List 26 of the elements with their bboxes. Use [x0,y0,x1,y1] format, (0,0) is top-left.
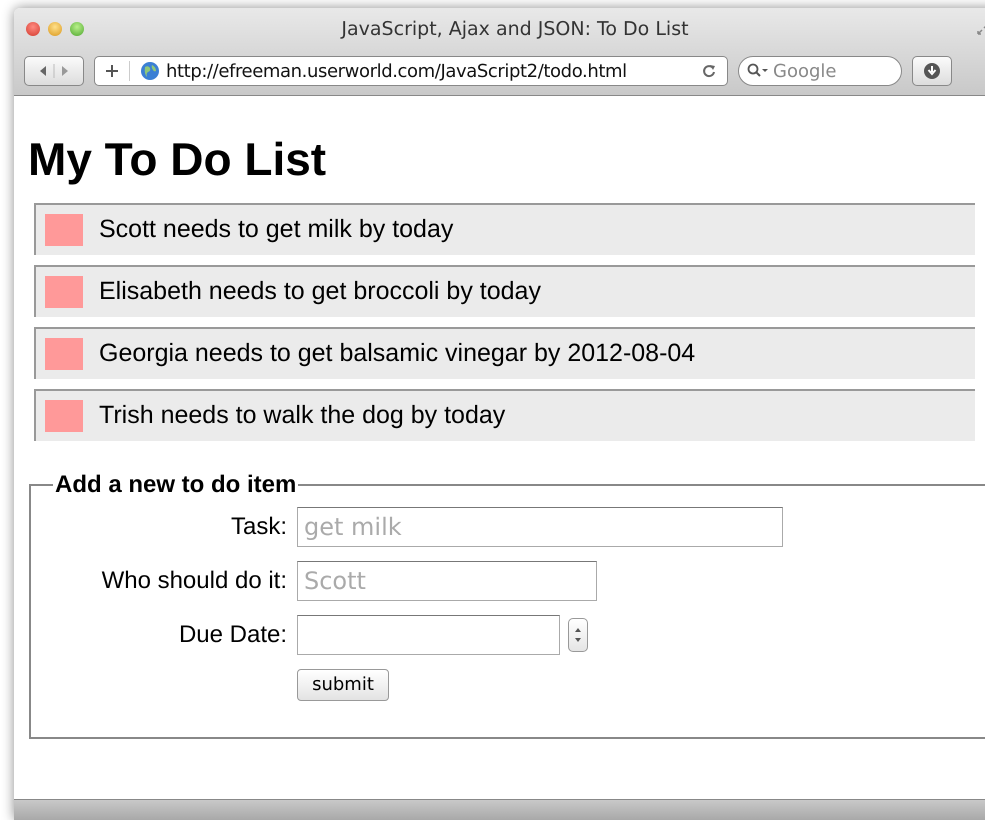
todo-text: Elisabeth needs to get broccoli by today [99,277,541,306]
search-icon [747,63,769,79]
page-heading: My To Do List [28,134,328,185]
field-label: Due Date: [178,620,287,649]
todo-text: Georgia needs to get balsamic vinegar by 2012-08-04 [99,339,696,368]
globe-icon [140,61,160,81]
reload-icon[interactable] [701,63,717,79]
download-icon [923,62,941,80]
todo-text: Trish needs to walk the dog by today [99,401,506,430]
downloads-button[interactable] [912,56,952,86]
todo-text: Scott needs to get milk by today [99,215,454,244]
input-field[interactable]: get milk [297,506,783,547]
back-forward-button[interactable] [24,56,84,86]
input-field[interactable]: Scott [297,560,597,601]
search-field[interactable]: Google [738,56,902,86]
url-text: http://efreeman.userworld.com/JavaScript2/todo.html [166,60,628,82]
window-title: JavaScript, Ajax and JSON: To Do List [339,18,690,40]
stepper-control[interactable] [568,618,588,652]
field-label: Task: [230,512,287,541]
submit-button[interactable]: submit [297,668,389,701]
field-label: Who should do it: [100,566,287,595]
close-icon[interactable] [26,22,40,36]
form-legend: Add a new to do item [53,470,298,499]
plus-icon[interactable] [105,64,119,78]
address-bar[interactable]: http://efreeman.userworld.com/JavaScript2/todo.html [94,56,728,86]
input-field[interactable] [297,614,560,655]
